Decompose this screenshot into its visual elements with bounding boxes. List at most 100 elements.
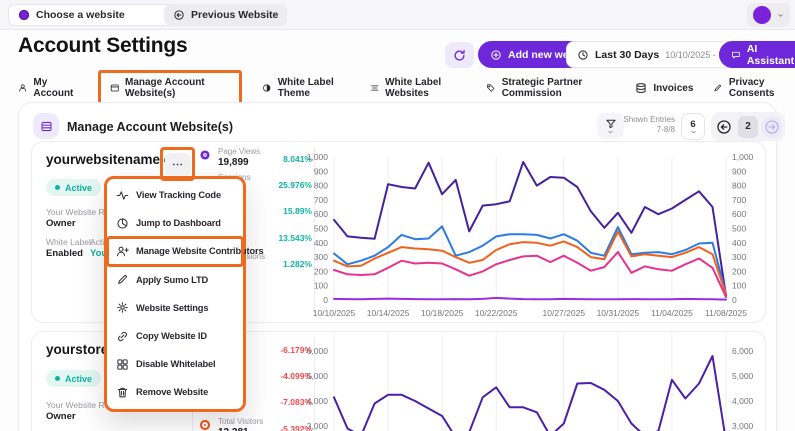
website-context-menu: View Tracking Code Jump to Dashboard Manag… [104,176,246,412]
ai-assistant-label: AI Assistant [747,43,795,67]
date-range-label: Last 30 Days [595,49,659,61]
activity-icon [116,189,129,202]
tab-label: Privacy Consents [729,77,795,99]
tab-strategic-partner-commission[interactable]: Strategic Partner Commission [486,73,615,103]
svg-text:0: 0 [323,295,328,305]
page-title: Account Settings [18,34,187,58]
svg-text:600: 600 [732,209,746,219]
metric-purple-icon [198,148,212,162]
series-engaged-sessions [334,298,726,300]
pen-icon [713,82,722,94]
link-icon [116,330,129,343]
menu-item-view-tracking-code[interactable]: View Tracking Code [107,181,243,209]
tab-manage-account-website-s[interactable]: Manage Account Website(s) [98,70,243,106]
lines-icon [370,82,379,94]
menu-item-remove-website[interactable]: Remove Website [107,378,243,406]
websites-icon [33,113,59,139]
refresh-icon [453,49,466,62]
menu-item-copy-website-id[interactable]: Copy Website ID [107,322,243,350]
refresh-button[interactable] [445,42,474,68]
svg-text:900: 900 [314,166,328,176]
menu-item-manage-website-contributors[interactable]: Manage Website Contributors [107,237,243,265]
annotation-box [160,147,195,181]
svg-text:11/08/2025: 11/08/2025 [705,308,747,318]
menu-item-label: Manage Website Contributors [136,246,264,256]
svg-text:200: 200 [314,266,328,276]
tab-label: Strategic Partner Commission [502,77,616,99]
svg-text:500: 500 [732,224,746,234]
chevron-down-icon [777,12,784,19]
tab-label: White Label Websites [385,77,466,99]
menu-item-apply-sumo-ltd[interactable]: Apply Sumo LTD [107,266,243,294]
contrast-icon [262,82,271,94]
tab-privacy-consents[interactable]: Privacy Consents [713,73,795,103]
prev-page-button[interactable] [714,116,735,138]
status-dot-icon [55,376,60,381]
tab-label: My Account [33,77,77,99]
status-label: Active [65,183,92,193]
svg-text:700: 700 [314,195,328,205]
menu-item-jump-to-dashboard[interactable]: Jump to Dashboard [107,209,243,237]
role-value: Owner [46,411,76,422]
svg-text:10/31/2025: 10/31/2025 [597,308,640,318]
tag-icon [486,82,496,94]
svg-text:6,000: 6,000 [732,346,754,356]
status-badge: Active [46,370,101,387]
tab-invoices[interactable]: Invoices [635,78,693,98]
svg-text:4,000: 4,000 [307,396,329,406]
status-dot-icon [55,185,60,190]
svg-text:6,000: 6,000 [307,346,329,356]
traffic-chart: 0010010020020030030040040050050060060070… [300,144,764,322]
clock-icon [577,49,589,61]
svg-text:4,000: 4,000 [732,396,754,406]
traffic-chart: 3,0003,0004,0004,0005,0005,0006,0006,000 [300,334,764,431]
browser-icon [110,82,120,94]
svg-text:800: 800 [314,181,328,191]
svg-text:200: 200 [732,266,746,276]
svg-text:500: 500 [314,224,328,234]
previous-website-button[interactable]: Previous Website [164,4,287,26]
shown-entries-value: 7-8/8 [617,125,675,135]
role-value: Owner [46,218,76,229]
arrow-left-circle-icon [716,119,732,135]
tab-my-account[interactable]: My Account [18,73,78,103]
topbar: Choose a website Previous Website [0,0,795,30]
more-actions-button[interactable] [165,153,191,176]
svg-text:3,000: 3,000 [307,421,329,431]
svg-text:5,000: 5,000 [307,371,329,381]
shown-entries-label: Shown Entries [617,115,675,125]
dashboard-icon [116,217,129,230]
svg-text:1,000: 1,000 [732,152,754,162]
page-size-select[interactable]: 6 [681,113,705,140]
ai-assistant-button[interactable]: AI Assistant [719,41,795,68]
tab-label: White Label Theme [278,77,350,99]
shown-entries: Shown Entries 7-8/8 [617,115,675,135]
white-label-value: Enabled [46,248,83,259]
user-menu[interactable] [747,3,790,27]
tab-white-label-theme[interactable]: White Label Theme [262,73,349,103]
svg-text:700: 700 [732,195,746,205]
svg-text:400: 400 [732,238,746,248]
panel-title: Manage Account Website(s) [67,120,233,134]
svg-text:10/18/2025: 10/18/2025 [421,308,464,318]
svg-text:300: 300 [314,252,328,262]
menu-item-label: Jump to Dashboard [136,218,221,228]
series-page-views [334,162,726,296]
menu-item-label: Apply Sumo LTD [136,275,208,285]
svg-text:600: 600 [314,209,328,219]
white-label-label: White Label: [46,237,93,247]
series-total-visitors [334,231,726,294]
menu-item-website-settings[interactable]: Website Settings [107,294,243,322]
tab-white-label-websites[interactable]: White Label Websites [370,73,467,103]
current-page[interactable]: 2 [738,116,759,138]
svg-text:400: 400 [314,238,328,248]
gear-icon [116,301,129,314]
app: Choose a website Previous Website Accoun… [0,0,795,431]
menu-item-disable-whitelabel[interactable]: Disable Whitelabel [107,350,243,378]
stat-row: Page Views19,8998.041% [198,145,312,171]
next-page-button[interactable] [761,116,782,138]
menu-item-label: Disable Whitelabel [136,359,215,369]
tab-label: Manage Account Website(s) [125,77,230,99]
ellipsis-icon [171,158,184,171]
tabbar: My Account Manage Account Website(s) White… [18,74,795,102]
